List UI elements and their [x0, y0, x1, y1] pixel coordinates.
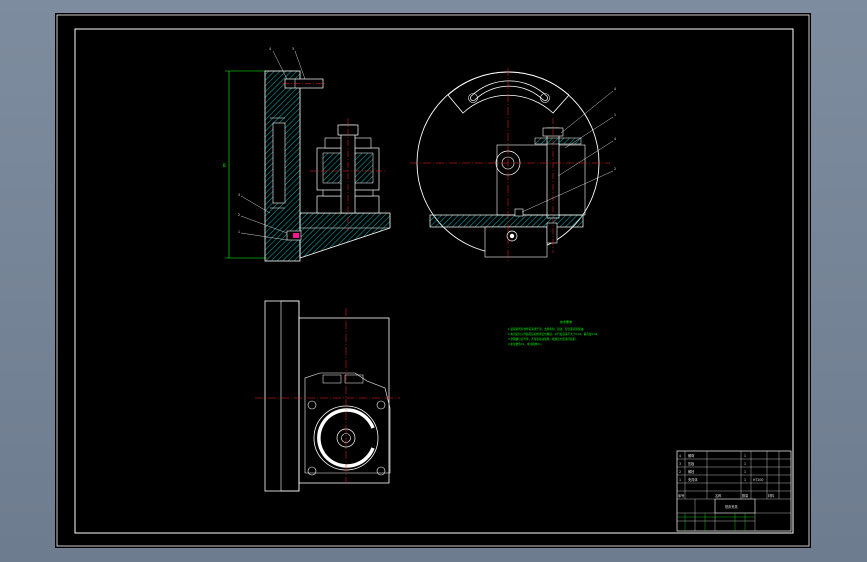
tech-req-title: 技术要求 [560, 319, 572, 324]
balloon-3b: 3 [238, 193, 240, 197]
part-row-4-name: 夹具体 [688, 477, 698, 482]
balloon-round-2: 2 [614, 167, 616, 171]
upper-segment [447, 71, 570, 114]
part-row-1-name: 螺母 [688, 453, 694, 458]
side-section-view: B 4 3 3 2 1 [223, 47, 391, 262]
bolt-hole-tl [307, 400, 317, 410]
lower-flange [484, 226, 548, 258]
part-row-1-qty: 1 [744, 454, 746, 458]
technical-requirements: 技术要求 1.装配前所有零件需清洗干净，去除毛刺、锐边，配合面涂润滑油。 2.夹… [508, 319, 600, 346]
bolt-marker [293, 233, 299, 238]
plate-outline [264, 300, 300, 492]
part-row-2-name: 压板 [688, 461, 695, 466]
part-row-4-material: HT200 [753, 478, 763, 482]
title-block: 4 螺母 1 3 压板 1 2 螺栓 1 1 夹具体 1 HT200 序号 名称 [676, 450, 792, 532]
header-qty: 数量 [742, 493, 749, 498]
balloon-2: 2 [238, 213, 240, 217]
header-no: 序号 [678, 493, 684, 498]
top-view [255, 300, 400, 492]
clamp-frame [496, 144, 586, 216]
part-row-2-no: 3 [679, 462, 681, 466]
drawing-canvas: B 4 3 3 2 1 4 1 4 2 技术要求 1.装配前所有零件需清洗干净，… [56, 14, 810, 547]
part-row-1-no: 4 [679, 454, 681, 458]
tech-req-line-2: 2.夹具定位元件装配后应检查定位精度，平行度误差不大于0.02，垂直度0.02。 [508, 332, 600, 336]
header-name: 名称 [715, 493, 722, 498]
part-row-3-name: 螺栓 [688, 469, 695, 474]
drawing-sheet[interactable]: B 4 3 3 2 1 4 1 4 2 技术要求 1.装配前所有零件需清洗干净，… [55, 13, 811, 548]
signature-grid [677, 513, 755, 531]
round-section-view: 4 1 4 2 [410, 68, 616, 263]
part-row-4-no: 1 [679, 478, 681, 482]
outer-border [56, 14, 810, 547]
balloon-3a: 3 [292, 47, 294, 51]
cad-viewport[interactable]: B 4 3 3 2 1 4 1 4 2 技术要求 1.装配前所有零件需清洗干净，… [0, 0, 867, 562]
part-row-3-qty: 1 [744, 470, 746, 474]
parts-list: 4 螺母 1 3 压板 1 2 螺栓 1 1 夹具体 1 HT200 [679, 453, 763, 482]
balloon-1: 1 [238, 230, 240, 234]
tech-req-line-1: 1.装配前所有零件需清洗干净，去除毛刺、锐边，配合面涂润滑油。 [508, 327, 586, 331]
body-slot [272, 122, 286, 204]
balloon-4: 4 [269, 47, 271, 51]
part-row-3-no: 2 [679, 470, 681, 474]
bolt-hole-tr [376, 400, 386, 410]
dimension-label: B [223, 163, 226, 168]
bolt-hole-br [376, 466, 386, 476]
tech-req-line-4: 4.未注倒角C1，未注圆角R1。 [508, 342, 543, 346]
drawing-name: 铣床夹具 [725, 504, 739, 509]
body-outline [298, 317, 390, 484]
tech-req-line-3: 3.紧固螺钉应拧紧，不得有松动现象，按规定力矩进行装配。 [508, 337, 578, 341]
part-row-2-qty: 1 [744, 462, 746, 466]
base-plate [299, 212, 391, 259]
base-band [429, 214, 584, 228]
parts-list-header: 序号 名称 数量 材料 [678, 493, 775, 498]
balloon-round-4: 4 [614, 87, 616, 91]
part-row-4-qty: 1 [744, 478, 746, 482]
balloon-round-4b: 4 [614, 137, 616, 141]
bolt-hole-bl [307, 466, 317, 476]
balloon-round-1: 1 [614, 113, 616, 117]
inner-frame [74, 28, 794, 534]
header-material: 材料 [768, 493, 775, 498]
